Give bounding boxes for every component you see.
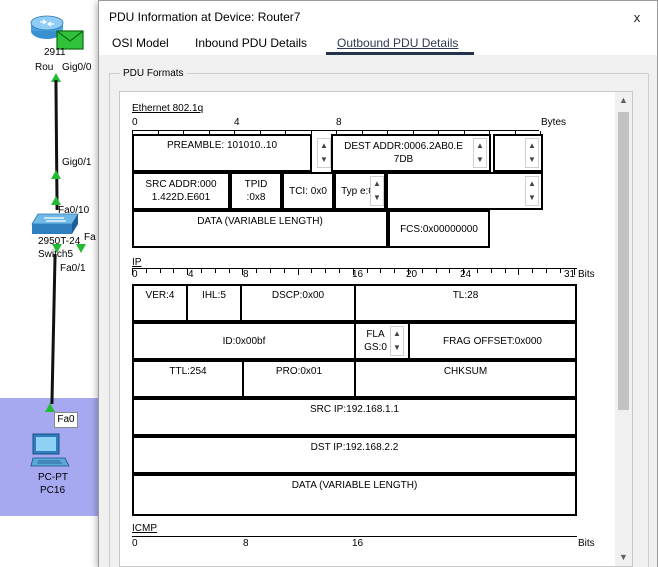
pdu-info-dialog: PDU Information at Device: Router7 x OSI… [98,0,658,567]
ip-frag-offset-field: FRAG OFFSET:0x000 [408,322,577,360]
spin-up-icon[interactable]: ▲ [371,177,383,191]
preamble-field: PREAMBLE: 101010..10 [132,134,312,172]
link-status-up-icon [51,196,61,205]
spin-up-icon[interactable]: ▲ [474,139,486,153]
ethernet-overflow-spinner[interactable]: ▲ ▼ [525,138,539,168]
scroll-up-icon[interactable]: ▲ [615,92,632,109]
ip-ttl-field: TTL:254 [132,360,244,398]
ip-ver-field: VER:4 [132,284,188,322]
ip-id-field: ID:0x00bf [132,322,356,360]
port-label-gig01: Gig0/1 [62,157,92,168]
router-model-label: 2911 [44,47,66,58]
pc-icon[interactable] [30,432,70,470]
preamble-spinner[interactable]: ▲ ▼ [317,138,331,168]
ip-src-field: SRC IP:192.168.1.1 [132,398,577,436]
dest-addr-field: DEST ADDR:0006.2AB0.E 7DB [331,134,491,172]
type-spinner[interactable]: ▲ ▼ [370,176,384,206]
spin-up-icon[interactable]: ▲ [526,139,538,153]
spin-up-icon[interactable]: ▲ [526,177,538,191]
ip-ihl-field: IHL:5 [186,284,242,322]
tab-outbound-pdu-details[interactable]: Outbound PDU Details [337,36,458,50]
spin-down-icon[interactable]: ▼ [318,153,330,167]
ip-section-title: IP [132,257,142,268]
port-label-fa0: Fa0 [54,412,78,428]
port-label-fa01: Fa0/1 [60,263,86,274]
ip-dscp-field: DSCP:0x00 [240,284,356,322]
ip-ruler: 0 4 8 16 20 24 31 Bits [132,269,612,281]
tab-content: PDU Formats Ethernet 802.1q 0 4 8 Bytes … [99,55,657,567]
link-switch-pc[interactable] [50,253,57,405]
vertical-scrollbar[interactable]: ▲ ▼ [615,92,632,566]
ruler-label: 8 [336,117,342,128]
ruler-label: 20 [406,269,418,280]
close-button[interactable]: x [629,11,645,25]
tab-bar: OSI Model Inbound PDU Details Outbound P… [99,31,657,55]
spin-down-icon[interactable]: ▼ [474,153,486,167]
ethernet-ruler: 0 4 8 Bytes [132,117,566,129]
flags-spinner[interactable]: ▲ ▼ [390,326,404,356]
ip-dst-field: DST IP:192.168.2.2 [132,436,577,474]
switch-icon[interactable] [30,212,80,236]
ethernet-data-field: DATA (VARIABLE LENGTH) [132,210,388,248]
ruler-label: 0 [132,538,138,549]
ruler-unit: Bytes [541,117,567,128]
ruler-label: 31 [564,269,576,280]
ruler-label: 0 [132,269,138,280]
ruler-label: 24 [460,269,472,280]
spin-down-icon[interactable]: ▼ [526,153,538,167]
ruler-label: 16 [352,538,364,549]
router-name-label: Rou [35,62,54,73]
ruler-label: 8 [243,269,249,280]
pc-name-label: PC16 [40,485,66,496]
spin-up-icon[interactable]: ▲ [391,327,403,341]
fcs-field: FCS:0x00000000 [388,210,490,248]
tci-field: TCI: 0x0 [282,172,334,210]
spin-down-icon[interactable]: ▼ [391,341,403,355]
link-status-up-icon [45,403,55,412]
ethernet-section-title: Ethernet 802.1q [132,103,204,114]
ethernet-row2-spinner[interactable]: ▲ ▼ [525,176,539,206]
ruler-label: 4 [234,117,240,128]
group-label: PDU Formats [120,68,187,79]
pdu-scroll-area[interactable]: Ethernet 802.1q 0 4 8 Bytes PREAMBLE: 10… [119,91,633,567]
icmp-section-title: ICMP [132,523,157,534]
port-label-gig00: Gig0/0 [62,62,92,73]
scroll-down-icon[interactable]: ▼ [615,549,632,566]
link-status-up-icon [76,244,86,253]
port-label-fa: Fa [84,232,96,243]
tpid-field: TPID :0x8 [230,172,282,210]
tab-osi-model[interactable]: OSI Model [112,36,169,50]
dest-addr-spinner[interactable]: ▲ ▼ [473,138,487,168]
icmp-ruler: 0 8 16 Bits [132,538,612,550]
ruler-label: 8 [243,538,249,549]
src-addr-field: SRC ADDR:000 1.422D.E601 [132,172,230,210]
ip-tl-field: TL:28 [354,284,577,322]
link-router-switch[interactable] [54,79,59,211]
scrollbar-thumb[interactable] [618,112,629,410]
spin-down-icon[interactable]: ▼ [371,191,383,205]
ip-chksum-field: CHKSUM [354,360,577,398]
ip-data-field: DATA (VARIABLE LENGTH) [132,474,577,516]
link-status-up-icon [52,244,62,253]
dialog-title: PDU Information at Device: Router7 [109,10,301,24]
link-status-up-icon [51,170,61,179]
spin-down-icon[interactable]: ▼ [526,191,538,205]
ruler-label: 0 [132,117,138,128]
title-bar[interactable]: PDU Information at Device: Router7 x [99,1,657,31]
tab-inbound-pdu-details[interactable]: Inbound PDU Details [195,36,307,50]
ip-pro-field: PRO:0x01 [242,360,356,398]
pc-type-label: PC-PT [38,472,68,483]
ruler-label: 16 [352,269,364,280]
network-canvas[interactable]: 2911 Rou Gig0/0 Gig0/1 Fa0/10 Fa 2950T-2… [0,0,100,567]
ruler-label: 4 [188,269,194,280]
spin-up-icon[interactable]: ▲ [318,139,330,153]
ethernet-row2-overflow [386,172,543,210]
ruler-unit: Bits [578,538,595,549]
ruler-unit: Bits [578,269,595,280]
